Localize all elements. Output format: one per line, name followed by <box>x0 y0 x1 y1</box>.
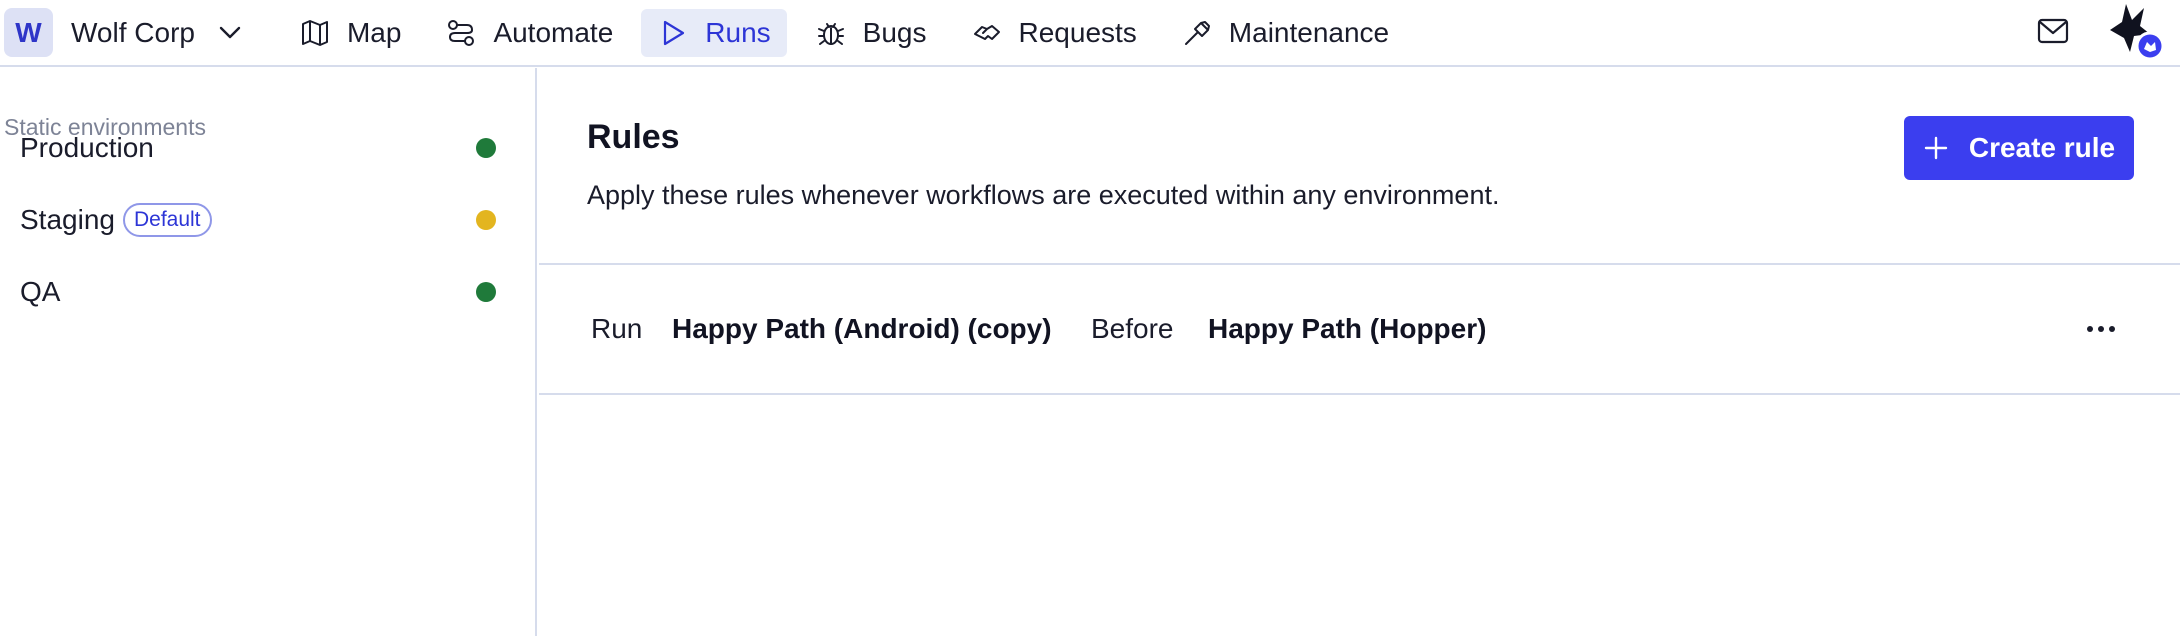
handshake-icon <box>971 17 1003 49</box>
mail-icon[interactable] <box>2036 14 2070 48</box>
environments-sidebar: Static environments Production Staging D… <box>0 68 537 636</box>
rule-relation: Before <box>1091 313 1174 344</box>
nav-item-label: Bugs <box>862 16 927 48</box>
main-nav: Map Automate Runs Bugs Requests Maintena… <box>283 8 1417 58</box>
nav-item-map[interactable]: Map <box>283 9 417 57</box>
nav-item-label: Requests <box>1018 16 1137 48</box>
workflow-icon <box>445 17 477 49</box>
rules-panel: Rules Apply these rules whenever workflo… <box>539 68 2180 636</box>
nav-item-label: Maintenance <box>1228 16 1390 48</box>
org-avatar: W <box>4 8 53 57</box>
status-dot <box>476 138 496 158</box>
divider <box>539 393 2180 395</box>
create-rule-label: Create rule <box>1968 132 2116 163</box>
nav-item-label: Map <box>346 16 402 48</box>
env-item-production[interactable]: Production <box>20 123 500 173</box>
more-options-icon[interactable] <box>2079 309 2123 349</box>
nav-item-requests[interactable]: Requests <box>955 9 1153 57</box>
nav-item-label: Automate <box>493 16 614 48</box>
map-icon <box>299 17 331 49</box>
user-avatar[interactable] <box>2100 0 2165 62</box>
nav-item-runs[interactable]: Runs <box>641 8 787 57</box>
env-label: Staging <box>20 204 115 235</box>
chevron-down-icon[interactable] <box>217 20 243 46</box>
rule-row[interactable]: Run Happy Path (Android) (copy) Before H… <box>539 265 2180 395</box>
status-dot <box>476 210 496 230</box>
rule-workflow-name: Happy Path (Android) (copy) <box>672 313 1052 344</box>
nav-item-automate[interactable]: Automate <box>429 9 629 57</box>
status-dot <box>476 282 496 302</box>
org-switcher[interactable]: W Wolf Corp <box>4 8 243 58</box>
rule-target-workflow: Happy Path (Hopper) <box>1208 313 1487 344</box>
nav-item-maintenance[interactable]: Maintenance <box>1165 9 1405 57</box>
top-right-actions <box>2036 0 2180 62</box>
default-badge: Default <box>122 203 212 237</box>
nav-item-bugs[interactable]: Bugs <box>799 9 943 57</box>
nav-item-label: Runs <box>705 16 771 48</box>
hammer-icon <box>1181 17 1213 49</box>
plus-icon <box>1923 135 1949 161</box>
env-label: QA <box>20 276 61 307</box>
env-label: Production <box>20 132 154 163</box>
org-name: Wolf Corp <box>71 16 195 48</box>
page-title: Rules <box>587 118 680 156</box>
page-description: Apply these rules whenever workflows are… <box>587 180 1500 210</box>
top-navigation-bar: W Wolf Corp Map Automate Runs Bugs Reque… <box>0 0 2180 67</box>
rule-run-word: Run <box>591 313 643 344</box>
play-icon <box>657 17 689 49</box>
env-item-staging[interactable]: Staging Default <box>20 195 500 245</box>
create-rule-button[interactable]: Create rule <box>1904 116 2134 180</box>
env-item-qa[interactable]: QA <box>20 267 500 317</box>
bug-icon <box>815 17 847 49</box>
